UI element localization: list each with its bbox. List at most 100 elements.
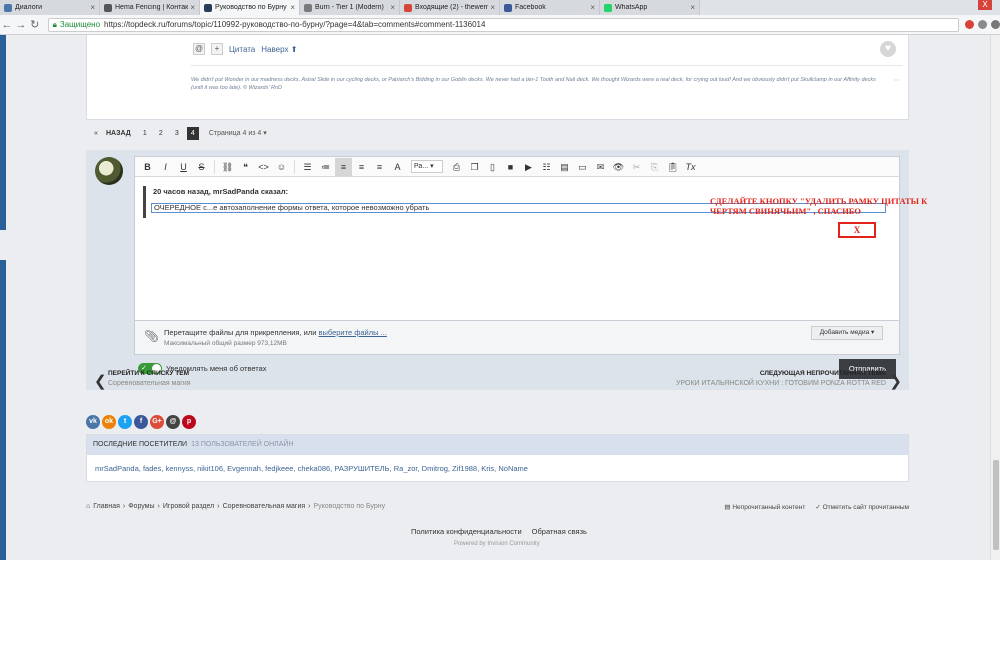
block-icon[interactable]: ■ [502,158,519,176]
toolbar-separator [294,159,295,174]
prev-topic-sub: Соревновательная магия [108,380,191,387]
facebook-share-icon[interactable]: f [134,415,148,429]
underline-button[interactable]: U [175,158,192,176]
copy-doc-icon[interactable]: ⎘ [646,158,663,176]
comment-icon[interactable]: ✉ [592,158,609,176]
mobile-icon[interactable]: ▯ [484,158,501,176]
cut-icon[interactable]: ✂ [628,158,645,176]
ok-share-icon[interactable]: ok [102,415,116,429]
breadcrumb-home[interactable]: Главная [93,503,120,510]
email-share-icon[interactable]: @ [166,415,180,429]
reload-icon[interactable]: ↻ [28,18,42,31]
first-page-icon[interactable]: « [90,127,102,140]
browser-tab-5[interactable]: Facebook × [500,0,600,15]
tab-favicon-icon [204,3,212,12]
scroll-thumb[interactable] [993,460,999,550]
emoji-icon[interactable]: ☺ [273,158,290,176]
twitter-share-icon[interactable]: t [118,415,132,429]
close-tab-icon[interactable]: × [90,3,95,12]
link-icon[interactable]: ⛓ [219,158,236,176]
adblock-icon[interactable] [965,20,975,29]
browser-tab-0[interactable]: Диалоги × [0,0,100,15]
next-topic-link[interactable]: ❯ СЛЕДУЮЩАЯ НЕПРОЧИТАННАЯ ТЕМА УРОКИ ИТА… [676,370,902,390]
code-icon[interactable]: <> [255,158,272,176]
page-2[interactable]: 2 [155,127,167,140]
tab-favicon-icon [104,3,112,12]
window-close-button[interactable]: X [978,0,992,10]
breadcrumb-forums[interactable]: Форумы [128,503,154,510]
prev-topic-link[interactable]: ❮ ПЕРЕЙТИ К СПИСКУ ТЕМ Соревновательная … [94,370,191,390]
table-icon[interactable]: ▤ [556,158,573,176]
forward-arrow-icon[interactable]: → [14,19,28,31]
browser-tab-3[interactable]: Burn - Tier 1 (Modern) × [300,0,400,15]
close-tab-icon[interactable]: × [690,3,695,12]
vk-share-icon[interactable]: vk [86,415,100,429]
browser-tab-2[interactable]: Руководство по Бурну × [200,0,300,15]
new-tab-button[interactable] [700,0,730,15]
close-tab-icon[interactable]: × [390,3,395,12]
page-3[interactable]: 3 [171,127,183,140]
page-4-current[interactable]: 4 [186,127,199,140]
annotation-text: СДЕЛАЙТЕ КНОПКУ "УДАЛИТЬ РАМКУ ЦИТАТЫ К … [710,196,928,216]
italic-button[interactable]: I [157,158,174,176]
tag-icon[interactable]: ▶ [520,158,537,176]
copy-icon[interactable]: ❐ [466,158,483,176]
numbered-list-icon[interactable]: ≔ [317,158,334,176]
signature-menu-icon[interactable]: ⋯ [894,77,900,84]
arrow-up-icon: ⬆ [290,44,298,54]
paste-icon[interactable]: 📋︎ [664,158,681,176]
quote-link[interactable]: Цитата [229,45,255,54]
breadcrumb-competitive[interactable]: Соревновательная магия [223,503,306,510]
visitors-list[interactable]: mrSadPanda, fades, kennyss, nikit106, Ev… [87,455,908,482]
align-left-icon[interactable]: ≡ [335,157,352,176]
unread-content-link[interactable]: ▤ Непрочитанный контент [724,503,805,511]
pinterest-share-icon[interactable]: p [182,415,196,429]
clear-format-icon[interactable]: Tx [682,158,699,176]
align-center-icon[interactable]: ≡ [353,158,370,176]
breadcrumb-game-section[interactable]: Игровой раздел [163,503,214,510]
privacy-link[interactable]: Политика конфиденциальности [411,527,522,536]
list-icon[interactable]: ☷ [538,158,555,176]
choose-files-link[interactable]: выберите файлы ... [318,328,386,337]
feedback-link[interactable]: Обратная связь [532,527,587,536]
close-tab-icon[interactable]: × [590,3,595,12]
address-bar[interactable]: 🔒︎ Защищено https://topdeck.ru/forums/to… [47,17,960,32]
eye-icon[interactable]: 👁︎ [610,158,627,176]
rich-text-editor[interactable]: B I U S ⛓ ❝ <> ☺ ☰ ≔ ≡ ≡ ≡ A Ра... ▾ ⎙ ❐… [134,156,900,321]
pager-back[interactable]: НАЗАД [106,127,131,140]
browser-tab-6[interactable]: WhatsApp × [600,0,700,15]
mention-button[interactable]: @ [193,43,205,55]
page-1[interactable]: 1 [139,127,151,140]
text-color-icon[interactable]: A [389,158,406,176]
bold-button[interactable]: B [139,158,156,176]
preview-icon[interactable]: ⎙ [448,158,465,176]
close-tab-icon[interactable]: × [190,3,195,12]
page-scrollbar[interactable] [990,35,1000,560]
font-size-select[interactable]: Ра... ▾ [411,160,443,173]
strikethrough-button[interactable]: S [193,158,210,176]
check-icon: ✓ [815,504,821,511]
attachment-zone[interactable]: 📎︎ Перетащите файлы для прикрепления, ил… [134,321,900,355]
browser-tab-1[interactable]: Hema Fencing | Контакт × [100,0,200,15]
like-heart-icon[interactable]: ♥ [880,41,896,57]
top-link[interactable]: Наверх ⬆ [261,45,297,54]
bullet-list-icon[interactable]: ☰ [299,158,316,176]
menu-icon[interactable] [991,20,1000,29]
window-icon[interactable]: ▭ [574,158,591,176]
close-tab-icon[interactable]: × [490,3,495,12]
quote-icon[interactable]: ❝ [237,158,254,176]
mark-read-link[interactable]: ✓ Отметить сайт прочитанным [815,503,909,511]
close-tab-icon[interactable]: × [290,3,295,12]
extension-icon[interactable] [978,20,988,29]
add-media-button[interactable]: Добавить медиа ▾ [811,326,883,340]
browser-tab-4[interactable]: Входящие (2) - thewerm × [400,0,500,15]
page-summary-dropdown[interactable]: Страница 4 из 4 ▾ [209,127,267,140]
share-icons: vk ok t f G+ @ p [86,415,196,429]
strip-gap [0,230,6,260]
add-button[interactable]: + [211,43,223,55]
gplus-share-icon[interactable]: G+ [150,415,164,429]
avatar[interactable] [95,157,123,185]
back-arrow-icon[interactable]: ← [0,19,14,31]
align-right-icon[interactable]: ≡ [371,158,388,176]
tab-favicon-icon [404,3,412,12]
